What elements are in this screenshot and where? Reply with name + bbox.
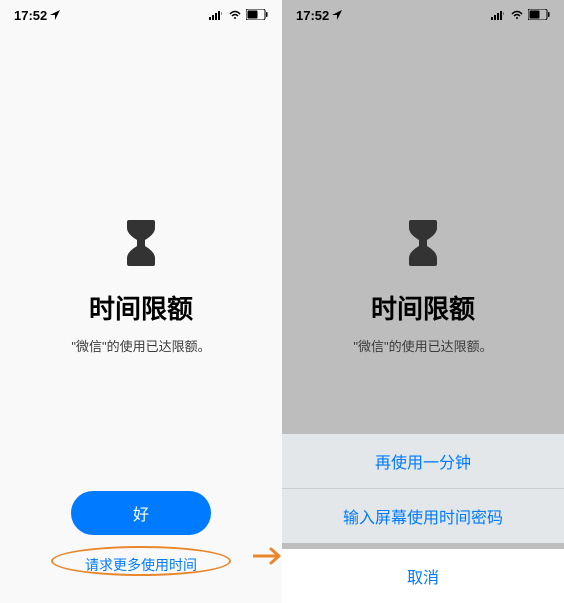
limit-title: 时间限额: [89, 289, 193, 326]
action-sheet-options: 再使用一分钟 输入屏幕使用时间密码: [282, 434, 564, 543]
annotation-arrow: [253, 547, 282, 570]
action-sheet: 再使用一分钟 输入屏幕使用时间密码 取消: [282, 434, 564, 603]
ok-button[interactable]: 好: [71, 491, 211, 535]
enter-passcode-button[interactable]: 输入屏幕使用时间密码: [282, 489, 564, 543]
bottom-actions: 好 请求更多使用时间: [0, 491, 282, 575]
hourglass-icon: [403, 220, 443, 271]
cancel-button[interactable]: 取消: [282, 549, 564, 603]
request-more-time-link[interactable]: 请求更多使用时间: [85, 555, 197, 575]
limit-subtitle: "微信"的使用已达限额。: [71, 336, 210, 355]
limit-title: 时间限额: [371, 289, 475, 326]
phone-screen-left: 17:52 !: [0, 0, 282, 603]
hourglass-icon: [121, 220, 161, 271]
phone-screen-right: 17:52 !: [282, 0, 564, 603]
one-more-minute-button[interactable]: 再使用一分钟: [282, 434, 564, 489]
limit-subtitle: "微信"的使用已达限额。: [353, 336, 492, 355]
